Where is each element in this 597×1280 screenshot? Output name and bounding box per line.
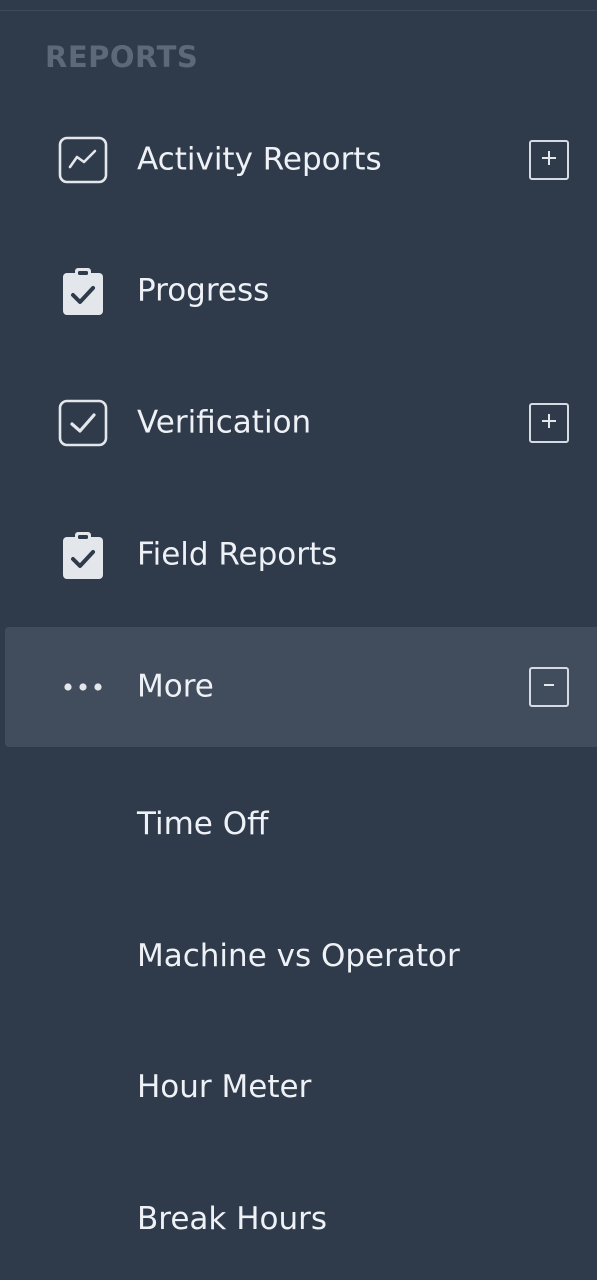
clipboard-check-icon [57,529,109,581]
top-divider [0,10,597,11]
section-title: REPORTS [45,40,199,74]
line-chart-icon [57,134,109,186]
sub-item-hour-meter[interactable]: Hour Meter [137,1069,311,1105]
nav-item-label: Field Reports [137,536,338,573]
expand-verification-button[interactable] [529,403,569,443]
sub-item-time-off[interactable]: Time Off [137,806,268,842]
ellipsis-icon [57,661,109,713]
nav-item-field-reports[interactable]: Field Reports [5,495,597,615]
nav-item-progress[interactable]: Progress [5,231,597,351]
clipboard-check-icon [57,265,109,317]
nav-item-more[interactable]: More [5,627,597,747]
minus-icon [539,675,559,699]
checkbox-icon [57,397,109,449]
nav-item-verification[interactable]: Verification [5,363,597,483]
expand-activity-reports-button[interactable] [529,140,569,180]
sub-item-machine-vs-operator[interactable]: Machine vs Operator [137,938,460,974]
nav-item-label: More [137,668,214,705]
sub-item-break-hours[interactable]: Break Hours [137,1201,327,1237]
nav-item-label: Progress [137,272,270,309]
collapse-more-button[interactable] [529,667,569,707]
plus-icon [539,148,559,172]
nav-item-label: Verification [137,404,312,441]
plus-icon [539,411,559,435]
nav-item-activity-reports[interactable]: Activity Reports [5,100,597,220]
nav-item-label: Activity Reports [137,141,382,178]
